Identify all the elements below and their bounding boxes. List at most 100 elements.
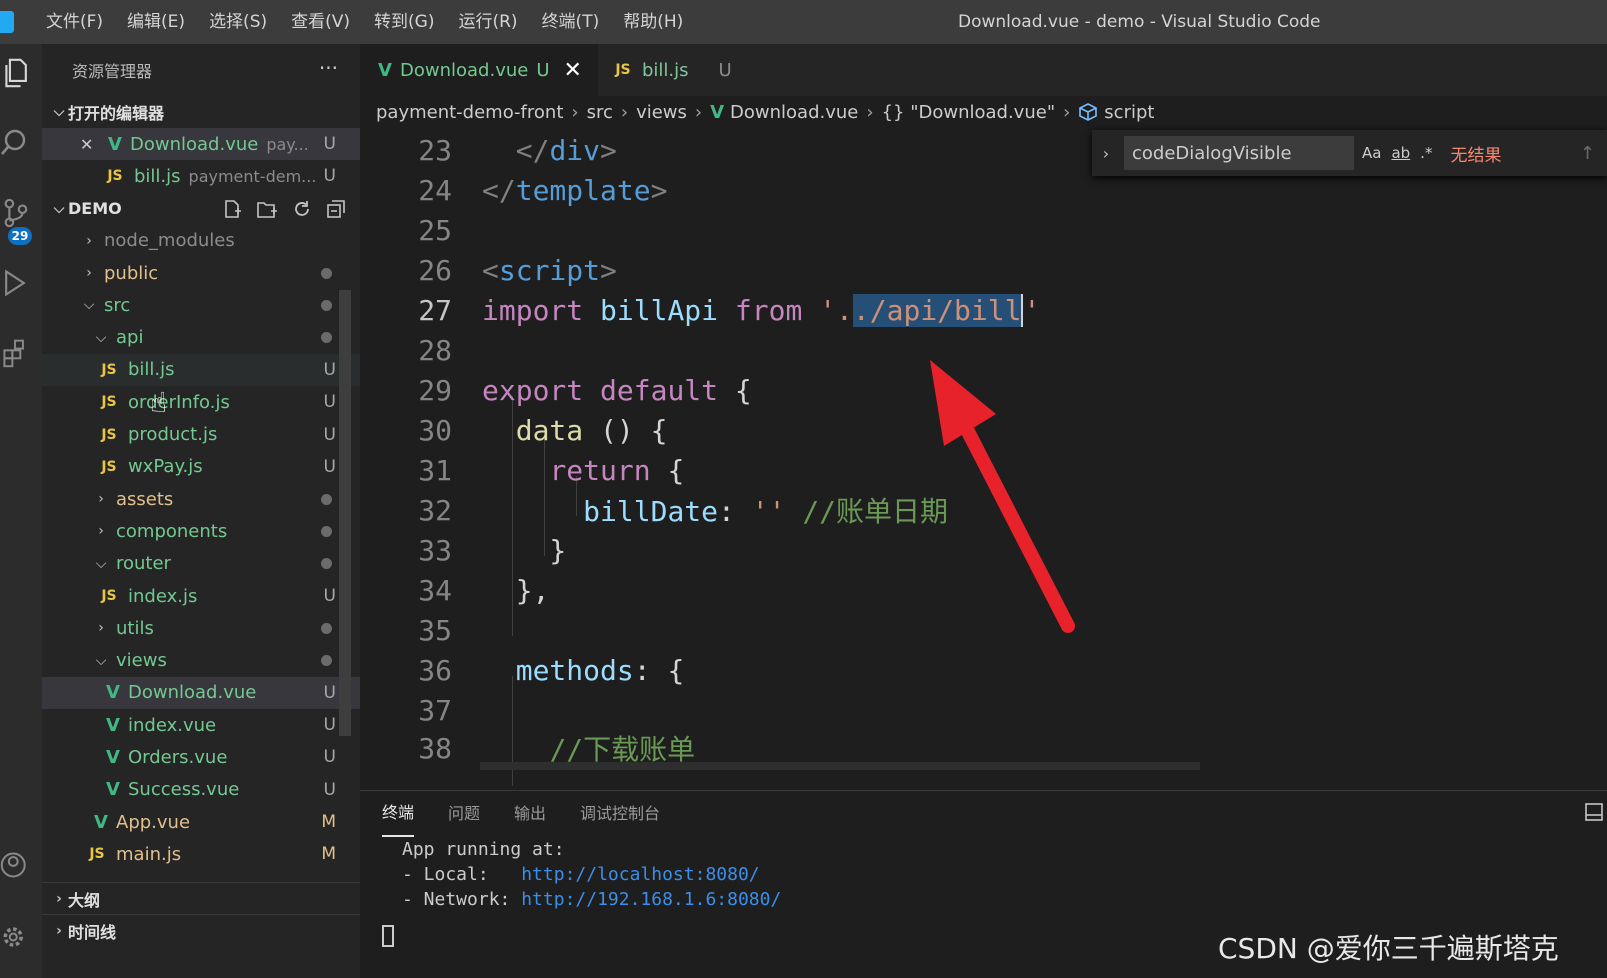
collapse-all-icon[interactable] bbox=[326, 199, 346, 219]
open-editor-bill-js[interactable]: JS bill.js payment-dem... U bbox=[42, 160, 360, 192]
breadcrumb-item[interactable]: src bbox=[587, 102, 613, 123]
tab-problems[interactable]: 问题 bbox=[448, 791, 480, 837]
js-file-icon: JS bbox=[107, 168, 123, 185]
local-url-link[interactable]: http://localhost:8080/ bbox=[521, 864, 759, 885]
tree-file-product-js[interactable]: JS product.js U bbox=[42, 418, 360, 450]
menu-run[interactable]: 运行(R) bbox=[446, 0, 529, 44]
tab-debug-console[interactable]: 调试控制台 bbox=[580, 791, 660, 837]
tree-file-success-vue[interactable]: V Success.vue U bbox=[42, 774, 360, 806]
source-control-icon[interactable] bbox=[0, 198, 30, 228]
outline-section-header[interactable]: › 大纲 bbox=[42, 882, 360, 914]
line-number: 32 bbox=[418, 493, 452, 527]
scm-badge: 29 bbox=[8, 227, 32, 245]
regex-toggle[interactable]: .* bbox=[1420, 144, 1432, 162]
explorer-sidebar: 资源管理器 ··· ⌵ 打开的编辑器 ✕ V Download.vue pay.… bbox=[42, 44, 360, 978]
code-text: }, bbox=[482, 573, 550, 607]
tree-file-main-js[interactable]: JS main.js M bbox=[42, 838, 360, 870]
open-editor-download-vue[interactable]: ✕ V Download.vue pay... U bbox=[42, 128, 360, 161]
new-file-icon[interactable] bbox=[222, 199, 242, 219]
git-status-badge: U bbox=[323, 779, 336, 800]
tree-file-app-vue[interactable]: V App.vue M bbox=[42, 806, 360, 838]
close-tab-icon[interactable]: ✕ bbox=[564, 58, 582, 83]
explorer-icon[interactable] bbox=[2, 58, 32, 88]
terminal-line: App running at: bbox=[402, 839, 565, 860]
breadcrumb-item[interactable]: script bbox=[1104, 102, 1154, 123]
menu-edit[interactable]: 编辑(E) bbox=[115, 0, 197, 44]
refresh-icon[interactable] bbox=[292, 199, 312, 219]
network-url-link[interactable]: http://192.168.1.6:8080/ bbox=[521, 889, 781, 910]
tree-file-wxpay-js[interactable]: JS wxPay.js U bbox=[42, 451, 360, 483]
menu-terminal[interactable]: 终端(T) bbox=[530, 0, 612, 44]
line-number: 26 bbox=[418, 253, 452, 287]
toggle-replace-chevron-icon[interactable]: › bbox=[1092, 144, 1120, 163]
arrow-up-icon[interactable]: ↑ bbox=[1580, 143, 1595, 164]
tab-bill-js[interactable]: JS bill.js U bbox=[598, 44, 748, 96]
extensions-icon[interactable] bbox=[0, 338, 30, 368]
tree-file-orderinfo-js[interactable]: JS orderInfo.js U bbox=[42, 386, 360, 418]
tree-folder-router[interactable]: ⌵ router bbox=[42, 548, 360, 580]
more-actions-icon[interactable]: ··· bbox=[319, 56, 338, 80]
search-icon[interactable] bbox=[0, 128, 30, 158]
tree-folder-public[interactable]: › public bbox=[42, 257, 360, 289]
tab-download-vue[interactable]: V Download.vue U ✕ bbox=[360, 44, 598, 96]
chevron-right-icon: › bbox=[56, 922, 62, 939]
sidebar-scrollbar[interactable] bbox=[339, 290, 351, 736]
code-line: 29 export default { bbox=[360, 370, 751, 410]
explorer-title: 资源管理器 bbox=[72, 62, 153, 81]
settings-gear-icon[interactable] bbox=[0, 922, 30, 952]
run-debug-icon[interactable] bbox=[0, 268, 30, 298]
tree-folder-components[interactable]: › components bbox=[42, 515, 360, 547]
menu-file[interactable]: 文件(F) bbox=[34, 0, 115, 44]
tree-file-orders-vue[interactable]: V Orders.vue U bbox=[42, 741, 360, 773]
tree-folder-node-modules[interactable]: › node_modules bbox=[42, 225, 360, 257]
tree-file-bill-js[interactable]: JS bill.js U bbox=[42, 353, 360, 387]
activity-bar: 29 bbox=[0, 44, 42, 978]
line-number: 33 bbox=[418, 533, 452, 567]
code-identifier: billDate bbox=[583, 495, 719, 528]
menu-go[interactable]: 转到(G) bbox=[362, 0, 446, 44]
editor-horizontal-scrollbar[interactable] bbox=[480, 762, 1200, 770]
js-file-icon: JS bbox=[89, 846, 105, 863]
close-icon[interactable]: ✕ bbox=[80, 135, 98, 154]
breadcrumb-item[interactable]: Download.vue bbox=[730, 102, 858, 123]
tree-folder-views[interactable]: ⌵ views bbox=[42, 644, 360, 676]
code-line: 35 bbox=[360, 610, 452, 650]
tree-file-index-vue[interactable]: V index.vue U bbox=[42, 709, 360, 741]
git-status-badge: U bbox=[323, 134, 336, 155]
tree-file-download-vue[interactable]: V Download.vue U bbox=[42, 676, 360, 710]
code-line: 25 bbox=[360, 210, 452, 250]
menu-view[interactable]: 查看(V) bbox=[279, 0, 362, 44]
match-whole-word-toggle[interactable]: ab bbox=[1391, 144, 1410, 162]
breadcrumb-item[interactable]: {} "Download.vue" bbox=[882, 102, 1056, 123]
chevron-down-icon: ⌵ bbox=[95, 329, 107, 346]
match-case-toggle[interactable]: Aa bbox=[1362, 144, 1381, 162]
tree-item-label: utils bbox=[116, 617, 154, 639]
menu-selection[interactable]: 选择(S) bbox=[197, 0, 279, 44]
tab-terminal[interactable]: 终端 bbox=[382, 791, 415, 837]
menu-help[interactable]: 帮助(H) bbox=[611, 0, 695, 44]
chevron-down-icon: ⌵ bbox=[53, 104, 65, 120]
js-file-icon: JS bbox=[101, 588, 117, 604]
code-keyword: import bbox=[482, 293, 584, 327]
tree-folder-api[interactable]: ⌵ api bbox=[42, 321, 360, 353]
breadcrumb-item[interactable]: views bbox=[636, 102, 687, 123]
tree-folder-src[interactable]: ⌵ src bbox=[42, 289, 360, 321]
tree-file-router-index-js[interactable]: JS index.js U bbox=[42, 580, 360, 612]
tree-folder-assets[interactable]: › assets bbox=[42, 483, 360, 515]
tree-item-label: Orders.vue bbox=[128, 746, 228, 768]
code-text: import billApi from '../api/bill' bbox=[482, 293, 1041, 327]
maximize-panel-icon[interactable] bbox=[1585, 803, 1603, 821]
open-editors-header[interactable]: ⌵ 打开的编辑器 bbox=[42, 96, 360, 128]
breadcrumb-item[interactable]: payment-demo-front bbox=[376, 102, 563, 123]
tab-output[interactable]: 输出 bbox=[514, 791, 546, 837]
code-text: return { bbox=[549, 453, 685, 487]
find-widget: › codeDialogVisible Aa ab .* 无结果 ↑ bbox=[1092, 130, 1607, 176]
find-input[interactable]: codeDialogVisible bbox=[1124, 136, 1354, 170]
folder-header-demo[interactable]: ⌵ DEMO bbox=[42, 193, 360, 225]
account-icon[interactable] bbox=[0, 850, 30, 880]
new-folder-icon[interactable] bbox=[256, 199, 278, 219]
tree-folder-utils[interactable]: › utils bbox=[42, 612, 360, 644]
code-editor[interactable]: 23 </div> 24 </template> 25 26 <script> … bbox=[360, 128, 1607, 790]
vue-file-icon: V bbox=[108, 133, 122, 155]
timeline-section-header[interactable]: › 时间线 bbox=[42, 914, 360, 946]
